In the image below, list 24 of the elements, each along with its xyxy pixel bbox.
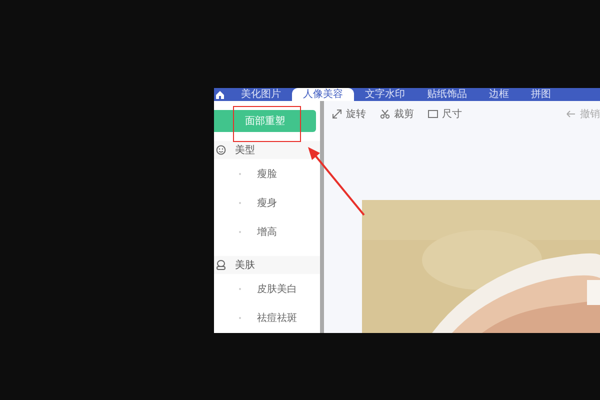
section-title: 美型 [235, 144, 255, 158]
tab[interactable]: 美化图片 [230, 88, 292, 101]
tab[interactable]: 拼图 [520, 88, 562, 101]
toolbar-button[interactable]: 裁剪 [380, 107, 414, 121]
home-icon [216, 90, 224, 98]
tab[interactable]: 文字水印 [354, 88, 416, 101]
scissors-icon [380, 109, 390, 119]
menu-item[interactable]: 祛痘祛斑 [257, 311, 297, 326]
tab[interactable]: 边框 [478, 88, 520, 101]
tab[interactable]: 人像美容 [292, 88, 354, 101]
menu-item[interactable]: 增高 [257, 225, 277, 240]
tab[interactable]: 贴纸饰品 [416, 88, 478, 101]
toolbar-button[interactable]: 尺寸 [428, 107, 462, 121]
frame-icon [428, 109, 438, 119]
back-arrow-icon [566, 109, 576, 119]
rotate-icon [332, 109, 342, 119]
toolbar-button[interactable]: 旋转 [332, 107, 366, 121]
scrollbar[interactable] [320, 101, 324, 333]
face-icon [216, 145, 226, 156]
menu-item[interactable]: 瘦身 [257, 196, 277, 210]
section-title: 美肤 [235, 258, 255, 272]
menu-item[interactable]: 瘦脸 [257, 166, 277, 181]
skin-icon [216, 260, 226, 270]
menu-item[interactable]: 皮肤美白 [257, 282, 297, 296]
